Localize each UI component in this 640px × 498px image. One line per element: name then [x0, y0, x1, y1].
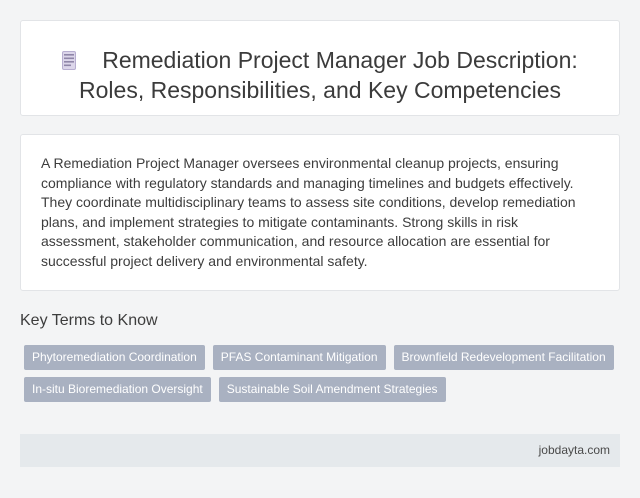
title-line-1: Remediation Project Manager Job Descript… [102, 47, 578, 73]
description-card: A Remediation Project Manager oversees e… [20, 134, 620, 291]
term-tag[interactable]: PFAS Contaminant Mitigation [212, 345, 386, 370]
tag-row: Phytoremediation Coordination PFAS Conta… [20, 343, 620, 375]
title-line-2: Roles, Responsibilities, and Key Compete… [79, 77, 561, 103]
term-tag[interactable]: In-situ Bioremediation Oversight [24, 377, 211, 402]
footer-site-link[interactable]: jobdayta.com [539, 443, 610, 457]
key-terms-list: Phytoremediation Coordination PFAS Conta… [20, 343, 620, 407]
page-title: Remediation Project Manager Job Descript… [21, 45, 619, 105]
term-tag[interactable]: Phytoremediation Coordination [24, 345, 205, 370]
page: Remediation Project Manager Job Descript… [0, 0, 640, 498]
key-terms-heading: Key Terms to Know [20, 312, 158, 329]
title-card: Remediation Project Manager Job Descript… [20, 20, 620, 116]
footer: jobdayta.com [20, 434, 620, 467]
term-tag[interactable]: Sustainable Soil Amendment Strategies [218, 377, 446, 402]
tag-row: In-situ Bioremediation Oversight Sustain… [20, 375, 620, 407]
document-icon [62, 47, 77, 70]
description-text: A Remediation Project Manager oversees e… [41, 155, 576, 269]
term-tag[interactable]: Brownfield Redevelopment Facilitation [393, 345, 614, 370]
